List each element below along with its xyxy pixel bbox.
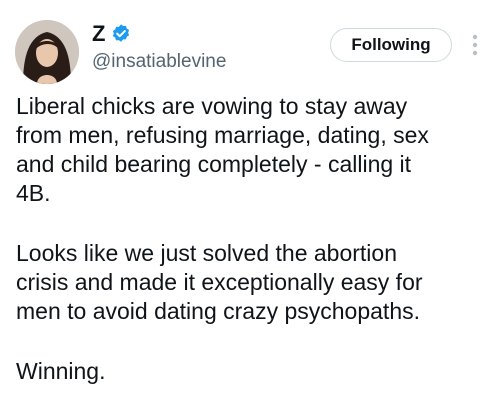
tweet-line: and child bearing completely - calling i… bbox=[16, 151, 412, 177]
tweet-line: 4B. bbox=[16, 180, 51, 206]
author-handle[interactable]: @insatiablevine bbox=[92, 50, 226, 74]
following-button[interactable]: Following bbox=[330, 28, 452, 62]
tweet-line: from men, refusing marriage, dating, sex bbox=[16, 122, 429, 148]
verified-badge-icon bbox=[113, 24, 130, 42]
tweet-line: Winning. bbox=[16, 358, 106, 384]
tweet-paragraph: Looks like we just solved the abortion c… bbox=[16, 239, 494, 326]
tweet-line: Liberal chicks are vowing to stay away bbox=[16, 93, 408, 119]
more-vertical-icon[interactable] bbox=[465, 30, 485, 60]
author-display-name[interactable]: Z bbox=[92, 20, 105, 48]
profile-avatar[interactable] bbox=[15, 20, 79, 84]
tweet-line: men to avoid dating crazy psychopaths. bbox=[16, 298, 421, 324]
author-name-row: Z bbox=[92, 20, 132, 48]
tweet-text: Liberal chicks are vowing to stay away f… bbox=[16, 92, 494, 386]
tweet-paragraph: Liberal chicks are vowing to stay away f… bbox=[16, 92, 494, 208]
tweet-line: crisis and made it exceptionally easy fo… bbox=[16, 269, 423, 295]
tweet-card: Z @insatiablevine Following Liberal chic… bbox=[0, 0, 500, 419]
tweet-paragraph: Winning. bbox=[16, 357, 494, 386]
tweet-line: Looks like we just solved the abortion bbox=[16, 240, 397, 266]
